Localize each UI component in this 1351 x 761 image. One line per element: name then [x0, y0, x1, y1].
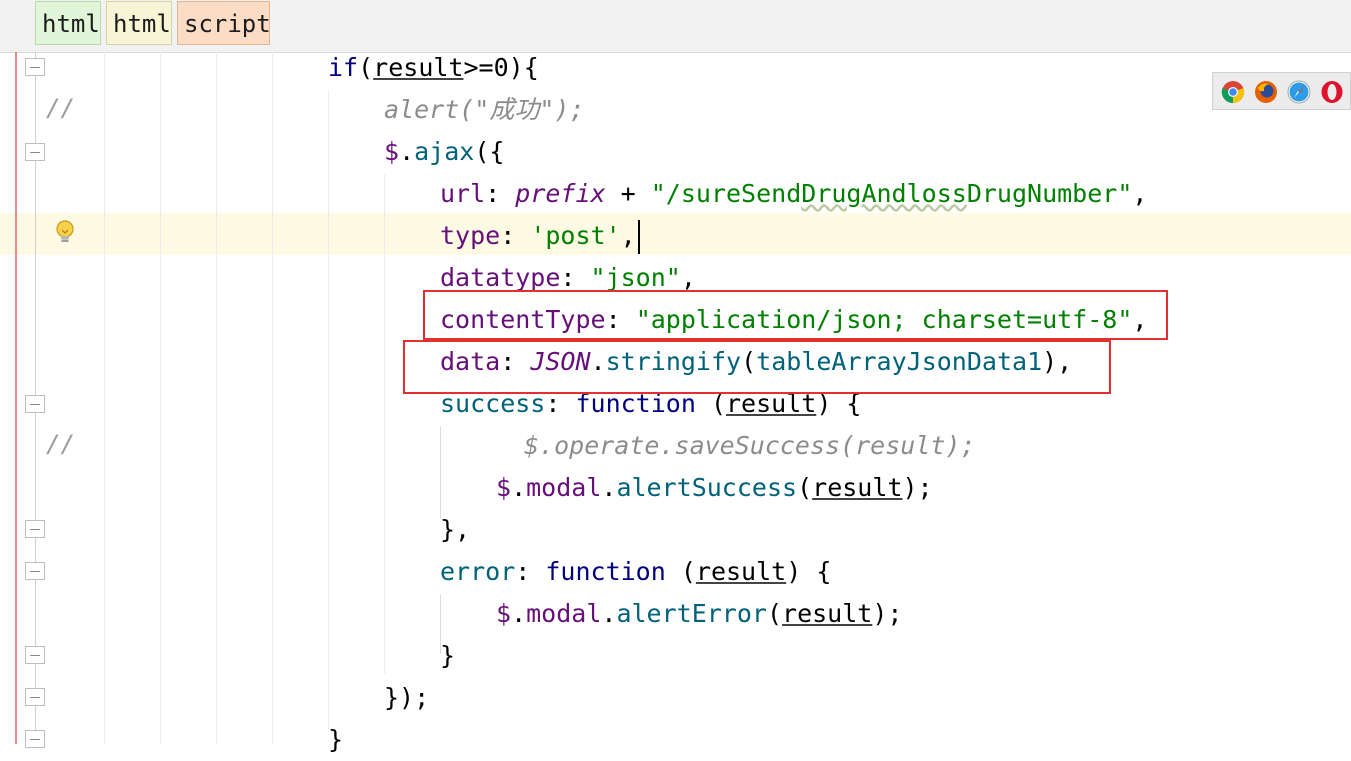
fold-toggle[interactable]	[25, 520, 45, 538]
breadcrumb-html-inner[interactable]: html	[106, 1, 172, 45]
dot: .	[601, 599, 617, 628]
block-close: },	[440, 515, 471, 544]
breadcrumb-script[interactable]: script	[177, 1, 271, 45]
paren-close: );	[872, 599, 903, 628]
line-comment-marker: //	[46, 94, 75, 122]
dot: .	[511, 599, 527, 628]
paren: (	[665, 557, 696, 586]
plus-operator: +	[605, 179, 651, 208]
paren: (	[766, 599, 783, 628]
commented-alert: alert("成功");	[384, 95, 585, 124]
block-close: }	[440, 641, 456, 670]
highlight-box-content-type	[423, 290, 1168, 340]
indent-guide	[440, 426, 441, 518]
text-caret	[637, 220, 640, 254]
code-line-5[interactable]: type: 'post',	[440, 215, 640, 257]
code-line-2[interactable]: alert("成功");	[384, 89, 585, 131]
fold-toggle[interactable]	[25, 688, 45, 706]
breadcrumb-bar: html html script	[0, 0, 1351, 53]
chrome-icon[interactable]	[1221, 80, 1245, 104]
block-open: ) {	[786, 557, 832, 586]
dot: .	[511, 473, 527, 502]
string-url-part: DrugNumber"	[966, 179, 1133, 208]
code-line-11[interactable]: $.modal.alertSuccess(result);	[496, 467, 933, 509]
fold-toggle[interactable]	[25, 143, 45, 161]
code-line-1[interactable]: if(result>=0){	[328, 47, 539, 89]
keyword-function: function	[545, 557, 666, 586]
fold-toggle[interactable]	[25, 395, 45, 413]
breadcrumb-html-outer[interactable]: html	[35, 1, 101, 45]
call-open: ({	[474, 137, 505, 166]
code-line-16[interactable]: });	[384, 677, 429, 719]
colon: :	[500, 221, 531, 250]
code-line-14[interactable]: $.modal.alertError(result);	[496, 593, 902, 635]
comma: ,	[1132, 179, 1148, 208]
highlight-box-data	[403, 340, 1111, 394]
dot: .	[601, 473, 617, 502]
code-line-17[interactable]: }	[328, 719, 343, 761]
gutter-edge	[15, 52, 17, 744]
paren-close: );	[902, 473, 933, 502]
comma: ,	[620, 221, 636, 250]
fold-toggle[interactable]	[25, 730, 45, 748]
key-url: url	[440, 179, 486, 208]
indent-guide	[160, 52, 161, 744]
string-json: "json"	[590, 263, 681, 292]
key-error: error	[440, 557, 516, 586]
property-modal: modal	[526, 599, 602, 628]
block-close: }	[328, 725, 344, 754]
paren: (	[797, 473, 813, 502]
keyword-if: if	[328, 53, 359, 82]
property-modal: modal	[526, 473, 602, 502]
opera-icon[interactable]	[1320, 80, 1344, 104]
indent-guide	[384, 174, 385, 674]
jquery-symbol: $	[496, 473, 512, 502]
colon: :	[515, 557, 546, 586]
method-alert-error: alertError	[616, 599, 767, 628]
fold-toggle[interactable]	[25, 562, 45, 580]
string-url-part: "/sureSend	[650, 179, 802, 208]
string-url-typo-part: DrugAndloss	[801, 179, 967, 208]
condition-rest: >=0){	[463, 53, 539, 82]
string-post: 'post'	[530, 221, 621, 250]
param-result: result	[782, 599, 873, 628]
param-result: result	[695, 557, 787, 586]
comma: ,	[680, 263, 696, 292]
commented-save-success: $.operate.saveSuccess(result);	[524, 431, 976, 460]
line-comment-marker: //	[46, 430, 75, 458]
key-type: type	[440, 221, 501, 250]
paren: (	[358, 53, 374, 82]
param-result: result	[812, 473, 903, 502]
method-alert-success: alertSuccess	[616, 473, 798, 502]
variable-result: result	[373, 53, 464, 82]
key-datatype: datatype	[440, 263, 561, 292]
colon: :	[560, 263, 591, 292]
indent-guide	[328, 90, 329, 730]
code-line-4[interactable]: url: prefix + "/sureSendDrugAndlossDrugN…	[440, 173, 1147, 215]
current-line-highlight	[0, 213, 1351, 255]
fold-toggle[interactable]	[25, 58, 45, 76]
jquery-symbol: $	[496, 599, 512, 628]
code-line-3[interactable]: $.ajax({	[384, 131, 504, 173]
indent-guide	[104, 52, 105, 744]
intention-bulb-icon[interactable]	[54, 219, 76, 245]
variable-prefix: prefix	[515, 179, 606, 208]
fold-toggle[interactable]	[25, 646, 45, 664]
firefox-icon[interactable]	[1254, 80, 1278, 104]
method-ajax: ajax	[414, 137, 475, 166]
browser-preview-bar	[1212, 72, 1351, 110]
code-line-13[interactable]: error: function (result) {	[440, 551, 831, 593]
safari-icon[interactable]	[1287, 80, 1311, 104]
indent-guide	[272, 52, 273, 744]
code-line-12[interactable]: },	[440, 509, 470, 551]
indent-guide	[216, 52, 217, 744]
colon: :	[485, 179, 516, 208]
code-line-15[interactable]: }	[440, 635, 455, 677]
dot: .	[399, 137, 415, 166]
call-close: });	[384, 683, 430, 712]
code-line-10[interactable]: $.operate.saveSuccess(result);	[524, 425, 976, 467]
jquery-symbol: $	[384, 137, 400, 166]
